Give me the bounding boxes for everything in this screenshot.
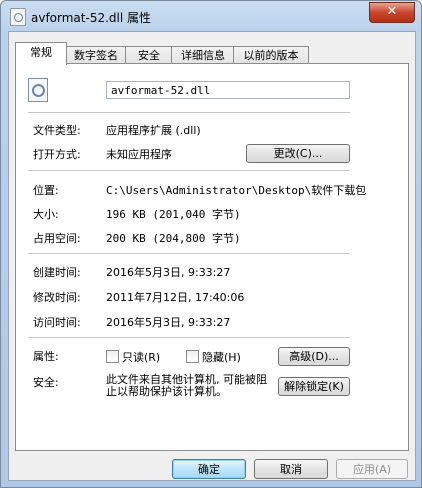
attributes-label: 属性: <box>33 350 59 363</box>
cancel-button[interactable]: 取消 <box>254 459 328 479</box>
file-type-label: 文件类型: <box>33 124 81 137</box>
window-title: avformat-52.dll 属性 <box>31 11 152 25</box>
title-bar[interactable]: avformat-52.dll 属性 ✕ <box>1 1 421 31</box>
accessed-label: 访问时间: <box>33 316 81 329</box>
readonly-checkbox[interactable] <box>106 350 119 363</box>
separator <box>28 253 350 254</box>
location-label: 位置: <box>33 184 59 197</box>
separator <box>28 170 350 171</box>
properties-window: avformat-52.dll 属性 ✕ 常规 数字签名 安全 详细信息 以前的… <box>0 0 422 488</box>
dll-file-icon <box>28 78 48 102</box>
size-on-disk-value: 200 KB (204,800 字节) <box>106 232 241 245</box>
hidden-label[interactable]: 隐藏(H) <box>202 349 241 365</box>
file-icon <box>10 8 26 26</box>
tab-general[interactable]: 常规 <box>15 42 67 65</box>
unblock-button[interactable]: 解除锁定(K) <box>278 377 350 396</box>
security-text: 此文件来自其他计算机, 可能被阻止以帮助保护该计算机。 <box>106 373 267 398</box>
security-label: 安全: <box>33 376 59 389</box>
hidden-checkbox[interactable] <box>186 350 199 363</box>
file-name-field[interactable]: avformat-52.dll <box>106 81 350 99</box>
tab-previous-versions[interactable]: 以前的版本 <box>233 46 309 64</box>
created-label: 创建时间: <box>33 266 81 279</box>
ok-button[interactable]: 确定 <box>172 459 246 479</box>
modified-value: 2011年7月12日, 17:40:06 <box>106 291 245 304</box>
size-value: 196 KB (201,040 字节) <box>106 208 241 221</box>
apply-button[interactable]: 应用(A) <box>336 459 408 479</box>
open-with-value: 未知应用程序 <box>106 148 172 161</box>
modified-label: 修改时间: <box>33 291 81 304</box>
tab-digital-signatures[interactable]: 数字签名 <box>65 46 127 64</box>
advanced-button[interactable]: 高级(D)... <box>278 347 350 366</box>
readonly-label[interactable]: 只读(R) <box>122 349 160 365</box>
close-button[interactable]: ✕ <box>369 2 415 23</box>
size-on-disk-label: 占用空间: <box>33 232 81 245</box>
change-button[interactable]: 更改(C)... <box>246 144 350 163</box>
open-with-label: 打开方式: <box>33 148 81 161</box>
dialog-body: 常规 数字签名 安全 详细信息 以前的版本 avformat-52.dll 文件… <box>8 31 416 481</box>
accessed-value: 2016年5月3日, 9:33:27 <box>106 316 231 329</box>
separator <box>28 337 350 338</box>
size-label: 大小: <box>33 208 59 221</box>
general-panel: avformat-52.dll 文件类型: 应用程序扩展 (.dll) 打开方式… <box>15 63 409 451</box>
file-type-value: 应用程序扩展 (.dll) <box>106 124 201 137</box>
separator <box>28 112 350 113</box>
tab-details[interactable]: 详细信息 <box>171 46 235 64</box>
location-value: C:\Users\Administrator\Desktop\软件下载包 <box>106 184 367 197</box>
created-value: 2016年5月3日, 9:33:27 <box>106 266 231 279</box>
tab-security[interactable]: 安全 <box>125 46 173 64</box>
